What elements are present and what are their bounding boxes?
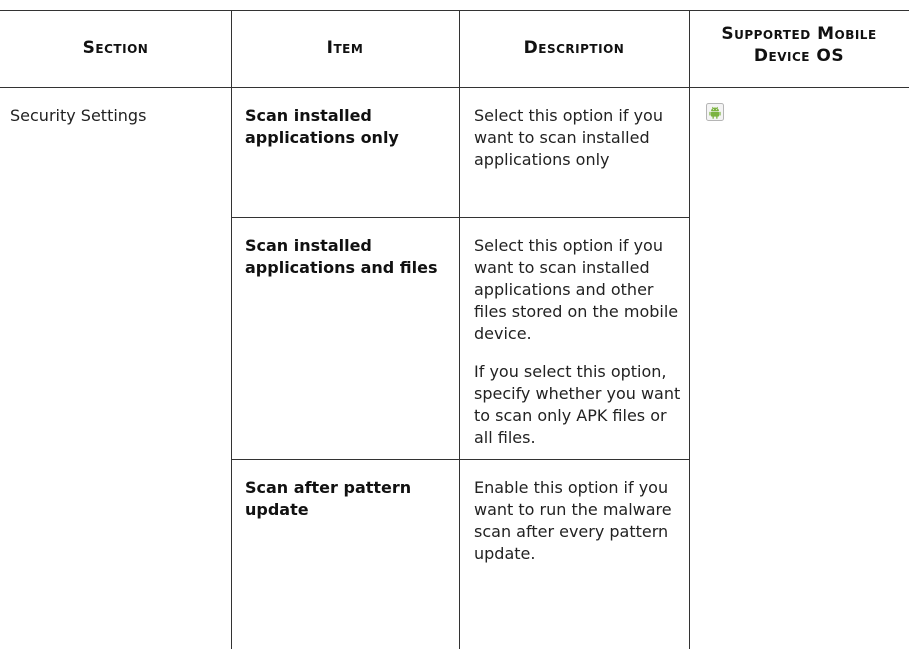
header-item: Item <box>326 38 364 58</box>
android-icon <box>706 103 724 121</box>
header-description: Description <box>523 38 625 58</box>
settings-table: Section Item Description Supported Mobil… <box>0 10 909 649</box>
table-top-rule <box>0 10 909 11</box>
col-rule-3 <box>689 10 690 649</box>
row-1-item: Scan installed applications only <box>245 106 399 147</box>
header-os-line2: Device OS <box>753 46 845 66</box>
header-section: Section <box>82 38 149 58</box>
col-rule-1 <box>231 10 232 649</box>
row-1-bottom-rule <box>231 217 689 218</box>
row-2-desc-para-2: If you select this option, specify wheth… <box>474 362 681 447</box>
header-supported-os: Supported Mobile Device OS <box>689 23 909 67</box>
row-1-desc-para: Select this option if you want to scan i… <box>474 106 663 169</box>
row-3-item: Scan after pattern update <box>245 478 412 519</box>
section-security-settings: Security Settings <box>10 106 147 125</box>
col-rule-2 <box>459 10 460 649</box>
row-3-desc-para: Enable this option if you want to run th… <box>474 478 672 563</box>
row-2-description: Select this option if you want to scan i… <box>474 235 684 465</box>
row-3-description: Enable this option if you want to run th… <box>474 477 684 581</box>
row-2-item: Scan installed applications and files <box>245 236 438 277</box>
header-bottom-rule <box>0 87 909 88</box>
header-os-line1: Supported Mobile <box>721 24 877 44</box>
row-2-desc-para-1: Select this option if you want to scan i… <box>474 236 679 343</box>
row-1-description: Select this option if you want to scan i… <box>474 105 684 187</box>
